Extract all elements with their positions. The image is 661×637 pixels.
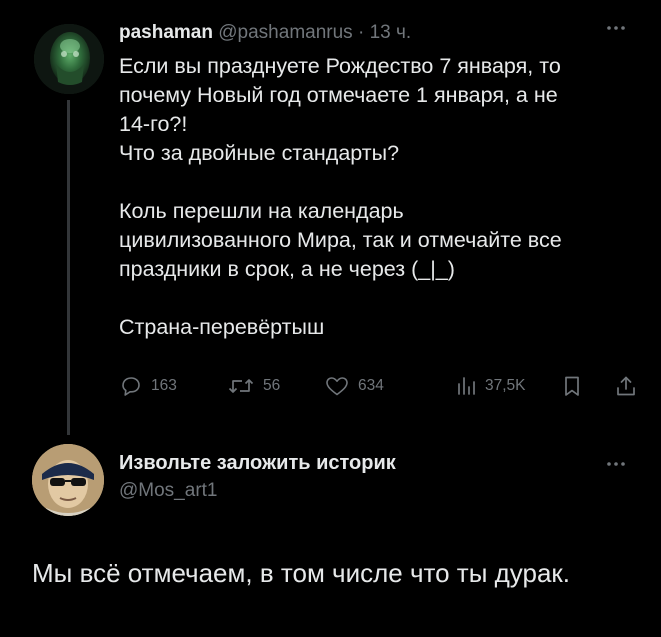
reply-icon — [122, 377, 140, 396]
tweet-text-line: цивилизованного Мира, так и отмечайте вс… — [119, 228, 562, 252]
timestamp[interactable]: 13 ч. — [370, 22, 412, 43]
views-button[interactable]: 37,5K — [455, 372, 526, 400]
heart-icon — [326, 377, 348, 396]
tweet-text: Если вы празднуете Рождество 7 января, т… — [119, 52, 639, 342]
tweet-text-line: Что за двойные стандарты? — [119, 141, 400, 165]
retweet-button[interactable]: 56 — [227, 372, 280, 400]
more-options-button[interactable] — [602, 454, 630, 474]
reply-tweet: Извольте заложить историк @Mos_art1 Мы в… — [0, 440, 661, 637]
thread-line — [67, 100, 70, 435]
avatar[interactable] — [32, 444, 104, 516]
tweet-text-line: почему Новый год отмечаете 1 января, а н… — [119, 83, 558, 107]
tweet-text-line: праздники в срок, а не через (_|_) — [119, 257, 455, 281]
bookmark-icon — [565, 376, 579, 396]
retweet-icon — [228, 379, 254, 393]
tweet-text-line: 14-го?! — [119, 112, 188, 136]
tweet-text-line: Страна-перевёртыш — [119, 315, 325, 339]
tweet-text-line: Коль перешли на календарь — [119, 199, 404, 223]
more-icon — [607, 462, 625, 466]
like-count: 634 — [358, 377, 384, 394]
separator-dot: · — [357, 22, 365, 43]
more-icon — [607, 26, 625, 30]
reply-count: 163 — [151, 377, 177, 394]
avatar-image — [34, 24, 104, 94]
like-button[interactable]: 634 — [324, 372, 384, 400]
tweet-text-line: Если вы празднуете Рождество 7 января, т… — [119, 54, 561, 78]
retweet-count: 56 — [263, 377, 281, 394]
more-options-button[interactable] — [602, 18, 630, 38]
views-chart-icon — [458, 377, 475, 395]
views-count: 37,5K — [485, 377, 526, 394]
share-icon — [617, 376, 635, 396]
avatar-image — [32, 444, 104, 516]
share-button[interactable] — [614, 372, 638, 400]
reply-button[interactable]: 163 — [119, 372, 177, 400]
original-tweet: pashaman @pashamanrus · 13 ч. Если вы пр… — [0, 0, 661, 440]
author-name[interactable]: Извольте заложить историк — [119, 452, 396, 475]
tweet-actions: 163 56 634 37,5K — [119, 372, 644, 400]
bookmark-button[interactable] — [560, 372, 584, 400]
author-handle[interactable]: @pashamanrus — [218, 22, 352, 43]
author-handle[interactable]: @Mos_art1 — [119, 480, 218, 502]
avatar[interactable] — [34, 24, 104, 94]
author-name[interactable]: pashaman — [119, 22, 213, 43]
tweet-text: Мы всё отмечаем, в том числе что ты дура… — [32, 558, 571, 588]
tweet-header: pashaman @pashamanrus · 13 ч. — [119, 22, 411, 44]
